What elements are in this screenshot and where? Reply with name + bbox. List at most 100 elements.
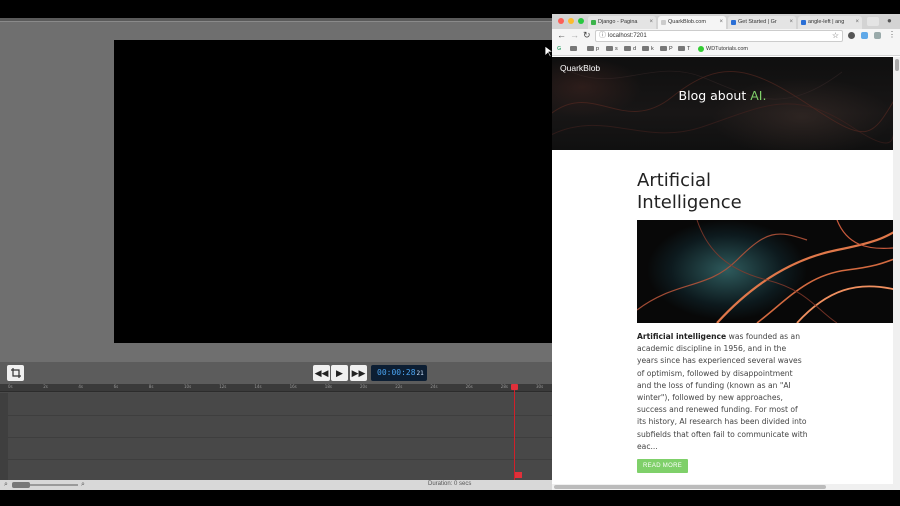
profile-icon[interactable]: ● <box>887 16 892 25</box>
tab-close-icon[interactable]: × <box>719 16 723 29</box>
ruler-tick-label: 18s <box>324 384 332 389</box>
bookmark-wdtutorials[interactable]: WDTutorials.com <box>698 45 748 54</box>
zoom-out-icon[interactable]: ⌕ <box>4 481 8 489</box>
timecode-frames: 21 <box>416 370 424 377</box>
folder-icon <box>606 46 613 52</box>
ruler-tick-label: 16s <box>289 384 297 389</box>
bookmark-label: k <box>651 46 654 52</box>
bookmark-star-icon[interactable]: ☆ <box>832 31 839 41</box>
new-tab-button[interactable] <box>867 17 879 26</box>
back-arrow-icon[interactable]: ← <box>557 30 566 41</box>
playhead-handle[interactable] <box>511 384 518 390</box>
article-title[interactable]: Artificial Intelligence <box>637 170 767 214</box>
tab-django[interactable]: Django - Pagina × <box>588 16 656 29</box>
ruler-tick-label: 0s <box>8 384 13 389</box>
ruler-tick-label: 10s <box>184 384 192 389</box>
bookmark-folder-T[interactable]: T <box>678 45 690 54</box>
track-divider <box>0 459 552 460</box>
hero-background-texture <box>552 66 893 144</box>
ruler-tick-label: 22s <box>395 384 403 389</box>
site-brand-link[interactable]: QuarkBlob <box>560 63 600 73</box>
playhead-line[interactable] <box>514 384 515 480</box>
hero-title-suffix: . <box>762 88 767 103</box>
ruler-tick-label: 20s <box>360 384 368 389</box>
extension-icon[interactable] <box>848 32 855 39</box>
timeline-ruler[interactable]: 0s 2s 4s 6s 8s 10s 12s 14s 16s 18s 20s 22s 24s 26s 28s… <box>0 384 552 392</box>
fast-forward-button[interactable]: ▶▶ <box>350 365 367 381</box>
page-viewport: QuarkBlob Blog about AI. Artificial Inte… <box>552 57 893 490</box>
url-text[interactable]: localhost:7201 <box>608 31 647 41</box>
tab-angle-left[interactable]: angle-left | ang × <box>798 16 862 29</box>
hero-title-prefix: Blog about <box>678 88 751 103</box>
article-lead-bold: Artificial intelligence <box>637 332 727 341</box>
track-divider <box>0 437 552 438</box>
ruler-tick-label: 24s <box>430 384 438 389</box>
hero-title-accent: AI <box>750 88 763 103</box>
tab-get-started[interactable]: Get Started | Gr × <box>728 16 796 29</box>
tab-title: QuarkBlob.com <box>668 19 706 25</box>
rewind-button[interactable]: ◀◀ <box>313 365 330 381</box>
tab-title: Django - Pagina <box>598 19 638 25</box>
timeline-panel[interactable]: 0s 2s 4s 6s 8s 10s 12s 14s 16s 18s 20s 22s 24s 26s 28s… <box>0 384 552 480</box>
video-preview-canvas[interactable] <box>114 40 552 343</box>
browser-window: Django - Pagina × QuarkBlob.com × Get St… <box>552 14 900 490</box>
page-favicon-icon <box>661 20 666 25</box>
read-more-button[interactable]: READ MORE <box>637 459 688 473</box>
menu-icon[interactable]: ⋮ <box>888 30 896 39</box>
vertical-scrollbar[interactable] <box>893 57 900 490</box>
playback-controls-bar: ◀◀ ▶ ▶▶ 00:00:2821 <box>0 362 552 384</box>
article-excerpt: Artificial intelligence was founded as a… <box>637 331 809 453</box>
zoom-in-icon[interactable]: ⌕ <box>81 481 85 489</box>
article-image <box>637 220 893 323</box>
duration-label: Duration: 0 secs <box>428 481 472 487</box>
horizontal-scrollbar[interactable] <box>552 484 893 490</box>
ruler-tick-label: 2s <box>43 384 48 389</box>
ruler-tick-label: 12s <box>219 384 227 389</box>
zoom-slider-knob[interactable] <box>12 482 30 488</box>
tab-close-icon[interactable]: × <box>649 16 653 29</box>
window-minimize-button[interactable] <box>568 18 574 24</box>
play-button[interactable]: ▶ <box>331 365 348 381</box>
video-editor-window: ◀◀ ▶ ▶▶ 00:00:2821 0s 2s 4s 6s 8s 10s 12s 14s 16… <box>0 18 552 490</box>
extension-icon[interactable] <box>861 32 868 39</box>
folder-icon <box>587 46 594 52</box>
horizontal-scrollbar-thumb[interactable] <box>554 485 826 489</box>
bookmark-label: p <box>596 46 600 52</box>
tab-strip: Django - Pagina × QuarkBlob.com × Get St… <box>552 14 900 29</box>
timeline-tracks[interactable] <box>0 393 552 480</box>
tab-title: angle-left | ang <box>808 19 845 25</box>
reload-icon[interactable]: ↻ <box>583 30 591 41</box>
bookmark-label: d <box>633 46 637 52</box>
vertical-scrollbar-thumb[interactable] <box>895 59 899 71</box>
tab-quarkblob[interactable]: QuarkBlob.com × <box>658 16 726 29</box>
editor-top-strip <box>0 18 552 22</box>
playhead-end-marker[interactable] <box>515 472 522 478</box>
tab-favicon-icon <box>731 20 736 25</box>
window-close-button[interactable] <box>558 18 564 24</box>
bookmark-folder-s[interactable]: s <box>606 45 618 54</box>
django-favicon-icon <box>591 20 596 25</box>
zoom-slider[interactable] <box>12 482 78 488</box>
extension-icon[interactable] <box>874 32 881 39</box>
ruler-tick-label: 8s <box>148 384 154 389</box>
crop-button[interactable] <box>7 365 24 381</box>
bookmark-label: s <box>615 46 618 52</box>
window-maximize-button[interactable] <box>578 18 584 24</box>
folder-icon <box>642 46 649 52</box>
tab-close-icon[interactable]: × <box>789 16 793 29</box>
article-body-text: was founded as an academic discipline in… <box>637 332 808 451</box>
browser-toolbar: ← → ↻ ⓘ localhost:7201 ☆ ⋮ <box>552 29 900 43</box>
track-handles[interactable] <box>0 393 8 480</box>
address-bar[interactable]: ⓘ localhost:7201 ☆ <box>595 30 843 42</box>
bookmark-folder-k[interactable]: k <box>642 45 654 54</box>
bookmark-folder-p[interactable]: p <box>587 45 599 54</box>
google-icon[interactable]: G <box>557 45 561 54</box>
tab-close-icon[interactable]: × <box>855 16 859 29</box>
bookmark-folder-P[interactable]: P <box>660 45 673 54</box>
bookmark-folder-d[interactable]: d <box>624 45 636 54</box>
crop-icon <box>10 368 21 378</box>
forward-arrow-icon[interactable]: → <box>570 30 579 41</box>
info-icon[interactable]: ⓘ <box>599 31 606 41</box>
hero-banner: QuarkBlob Blog about AI. <box>552 57 893 150</box>
bookmark-folder-icon[interactable] <box>570 45 579 54</box>
